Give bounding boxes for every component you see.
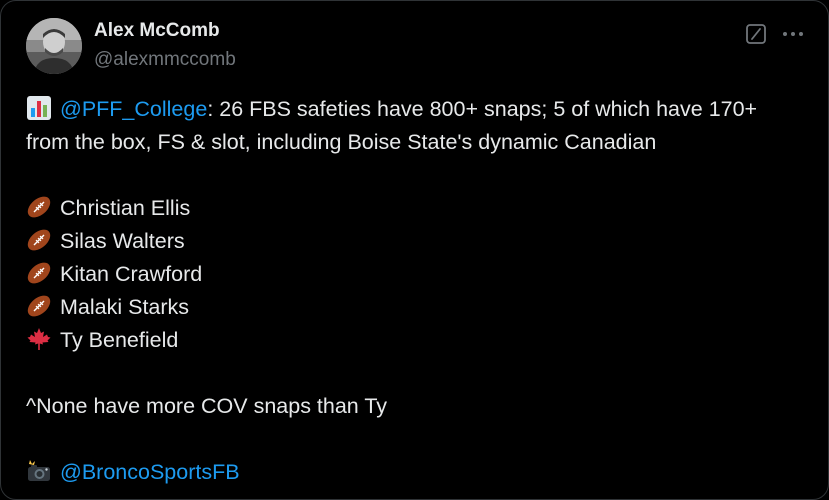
maple-leaf-emoji [26, 326, 52, 352]
mention-pff-college[interactable]: @PFF_College [60, 97, 207, 121]
player-name: Kitan Crawford [60, 262, 203, 286]
author-handle[interactable]: @alexmmccomb [94, 49, 236, 71]
player-item: Kitan Crawford [26, 258, 806, 291]
avatar[interactable] [26, 18, 82, 74]
player-name: Ty Benefield [60, 328, 179, 352]
avatar-image [26, 18, 82, 74]
american-football-emoji [26, 227, 52, 253]
player-name: Malaki Starks [60, 295, 190, 319]
camera-flash-emoji [26, 458, 52, 484]
american-football-emoji [26, 293, 52, 319]
player-name: Silas Walters [60, 229, 185, 253]
post-credit: @BroncoSportsFB [26, 456, 806, 489]
player-name: Christian Ellis [60, 196, 191, 220]
american-football-emoji [26, 260, 52, 286]
grok-icon[interactable] [745, 23, 767, 45]
post-intro: @PFF_College: 26 FBS safeties have 800+ … [26, 93, 806, 159]
more-options-icon[interactable] [781, 25, 805, 43]
mention-broncosportsfb[interactable]: @BroncoSportsFB [60, 460, 240, 484]
player-item: Silas Walters [26, 225, 806, 258]
post-text: @PFF_College: 26 FBS safeties have 800+ … [26, 93, 806, 489]
bar-chart-emoji [26, 95, 52, 121]
player-item: Ty Benefield [26, 324, 806, 357]
american-football-emoji [26, 194, 52, 220]
author-name[interactable]: Alex McComb [94, 20, 220, 42]
post-note: ^None have more COV snaps than Ty [26, 394, 388, 418]
player-item: Christian Ellis [26, 192, 806, 225]
post-card: Alex McComb @alexmmccomb @PFF_College: 2… [0, 0, 829, 500]
player-item: Malaki Starks [26, 291, 806, 324]
